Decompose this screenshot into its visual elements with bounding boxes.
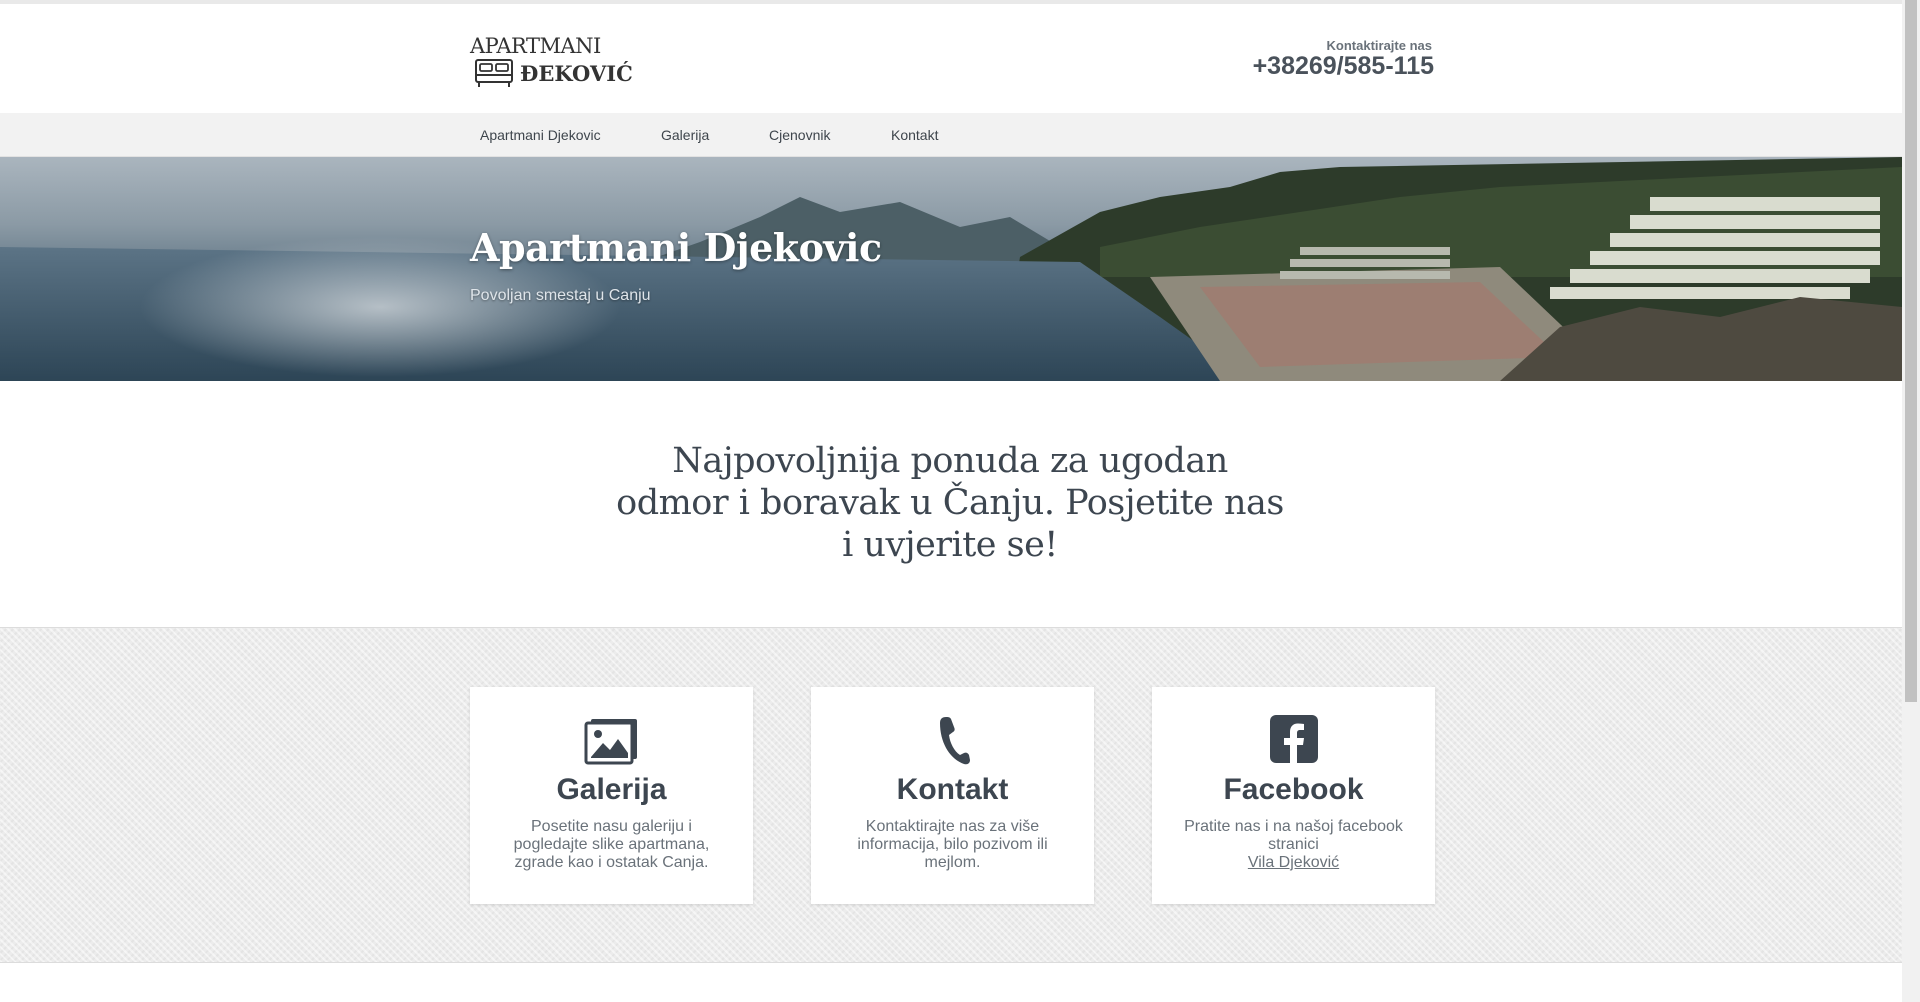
hero-banner: Apartmani Djekovic Povoljan smestaj u Ca… — [0, 157, 1902, 381]
card-description: Posetite nasu galeriju i pogledajte slik… — [513, 818, 710, 871]
features-section: Galerija Posetite nasu galeriju i pogled… — [0, 627, 1902, 963]
card-title: Kontakt — [896, 773, 1009, 806]
logo-text-line2: ĐEKOVIĆ — [520, 61, 633, 86]
card-title: Facebook — [1223, 773, 1364, 806]
tagline: Najpovoljnija ponuda za ugodan odmor i b… — [610, 440, 1290, 566]
card-kontakt[interactable]: Kontakt Kontaktirajte nas za više inform… — [811, 687, 1094, 904]
card-facebook[interactable]: Facebook Pratite nas i na našoj facebook… — [1152, 687, 1435, 904]
tagline-line3: i uvjerite se! — [842, 525, 1058, 565]
site-header: APARTMANI ĐEKOVIĆ Kontaktirajte nas +382… — [0, 4, 1902, 113]
site-logo[interactable]: APARTMANI ĐEKOVIĆ — [470, 34, 633, 94]
bed-icon — [475, 59, 513, 87]
card-description-text: Pratite nas i na našoj facebook stranici — [1184, 818, 1403, 853]
image-gallery-icon — [584, 719, 637, 765]
scrollbar[interactable] — [1902, 0, 1920, 1002]
card-galerija[interactable]: Galerija Posetite nasu galeriju i pogled… — [470, 687, 753, 904]
contact-label: Kontaktirajte nas — [1326, 38, 1432, 53]
hero-subtitle: Povoljan smestaj u Canju — [470, 287, 651, 304]
nav-item-cjenovnik[interactable]: Cjenovnik — [769, 113, 830, 157]
tagline-line1: Najpovoljnija ponuda za ugodan — [672, 441, 1228, 481]
facebook-icon — [1270, 715, 1318, 763]
nav-item-kontakt[interactable]: Kontakt — [891, 113, 938, 157]
main-nav: Apartmani Djekovic Galerija Cjenovnik Ko… — [0, 113, 1902, 157]
hero-background-image — [0, 157, 1902, 381]
tagline-line2: odmor i boravak u Čanju. Posjetite nas — [616, 483, 1284, 523]
card-description: Kontaktirajte nas za više informacija, b… — [857, 818, 1048, 871]
facebook-page-link[interactable]: Vila Djeković — [1248, 854, 1339, 871]
scrollbar-thumb[interactable] — [1905, 0, 1917, 702]
card-title: Galerija — [556, 773, 667, 806]
phone-icon — [940, 717, 970, 765]
contact-phone[interactable]: +38269/585-115 — [1174, 52, 1434, 81]
nav-item-galerija[interactable]: Galerija — [661, 113, 709, 157]
card-description: Pratite nas i na našoj facebook stranici… — [1182, 818, 1405, 872]
hero-title: Apartmani Djekovic — [470, 225, 882, 270]
nav-item-apartmani-djekovic[interactable]: Apartmani Djekovic — [480, 113, 601, 157]
